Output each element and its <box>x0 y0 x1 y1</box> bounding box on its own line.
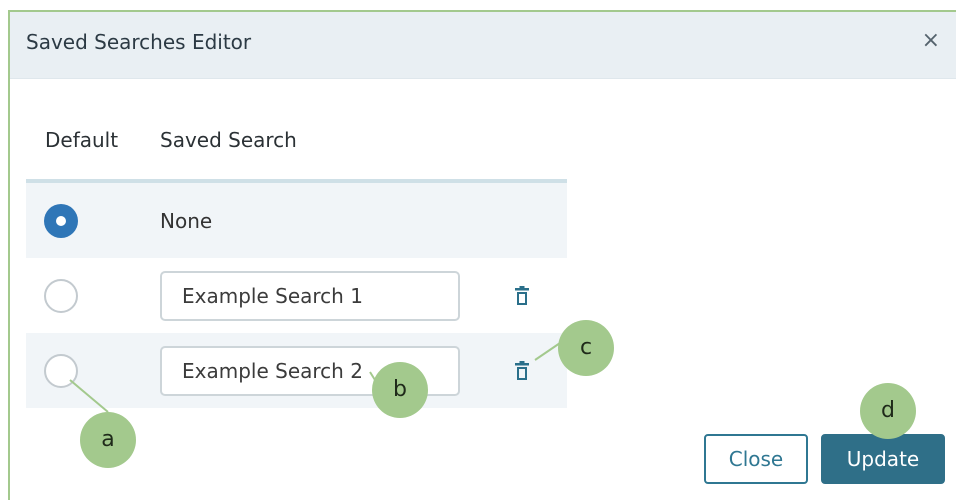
callout-b: b <box>372 362 428 418</box>
update-button[interactable]: Update <box>821 434 945 484</box>
close-button[interactable]: Close <box>704 434 808 484</box>
default-radio-search-2[interactable] <box>44 354 78 388</box>
trash-icon[interactable] <box>514 361 530 381</box>
default-radio-none[interactable] <box>44 204 78 238</box>
callout-c: c <box>558 320 614 376</box>
close-icon[interactable]: × <box>922 28 940 53</box>
default-radio-search-1[interactable] <box>44 279 78 313</box>
saved-search-name-input-1[interactable] <box>160 271 460 321</box>
table-row-search-1 <box>26 258 567 333</box>
dialog-header: Saved Searches Editor × <box>10 12 956 79</box>
trash-icon[interactable] <box>514 286 530 306</box>
dialog-title: Saved Searches Editor <box>26 30 252 54</box>
column-header-default: Default <box>45 128 119 152</box>
callout-a: a <box>80 412 136 468</box>
table-row-none: None <box>26 183 567 258</box>
callout-d: d <box>860 383 916 439</box>
table-row-search-2 <box>26 333 567 408</box>
saved-search-label-none: None <box>160 209 213 233</box>
column-header-saved-search: Saved Search <box>160 128 297 152</box>
